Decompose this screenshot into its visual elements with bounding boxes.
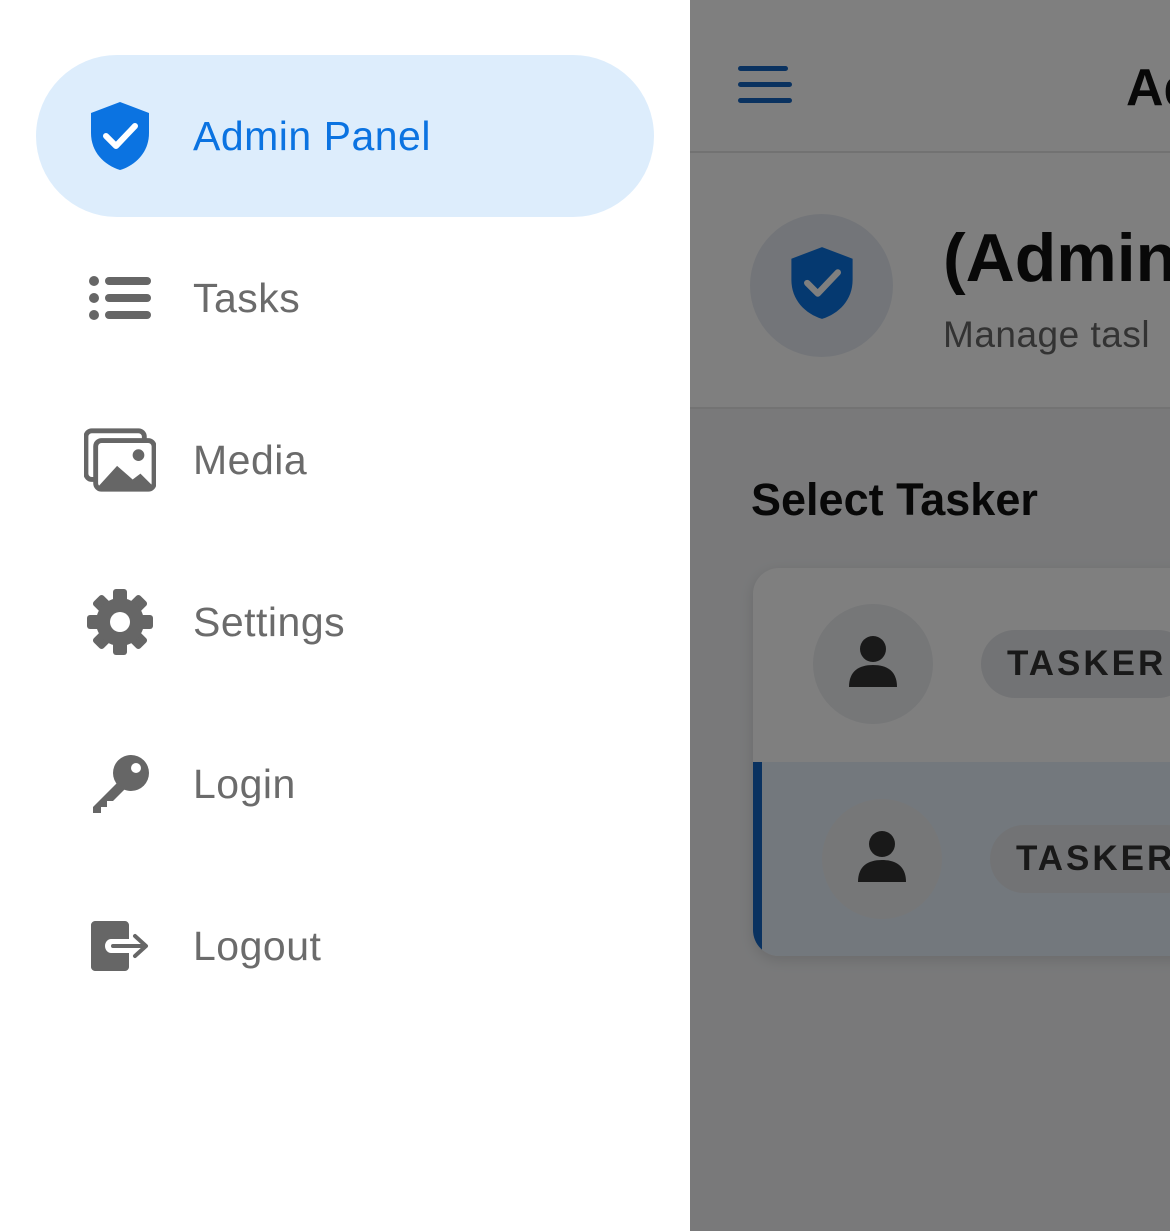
nav-label: Tasks [193,274,301,321]
gear-icon [84,586,156,658]
nav-item-media[interactable]: Media [36,379,654,541]
list-icon [84,262,156,334]
nav-item-settings[interactable]: Settings [36,541,654,703]
images-icon [84,424,156,496]
nav-label: Login [193,760,296,807]
key-icon [84,748,156,820]
nav-item-admin-panel[interactable]: Admin Panel [36,55,654,217]
nav-item-tasks[interactable]: Tasks [36,217,654,379]
nav-item-login[interactable]: Login [36,703,654,865]
nav-item-logout[interactable]: Logout [36,865,654,1027]
drawer-scrim[interactable] [690,0,1170,1231]
nav-label: Logout [193,922,322,969]
logout-icon [84,910,156,982]
nav-label: Settings [193,598,346,645]
navigation-drawer: Admin Panel Tasks Media Settings Login L… [0,0,690,1231]
shield-check-icon [84,100,156,172]
nav-label: Media [193,436,308,483]
nav-label: Admin Panel [193,112,431,159]
